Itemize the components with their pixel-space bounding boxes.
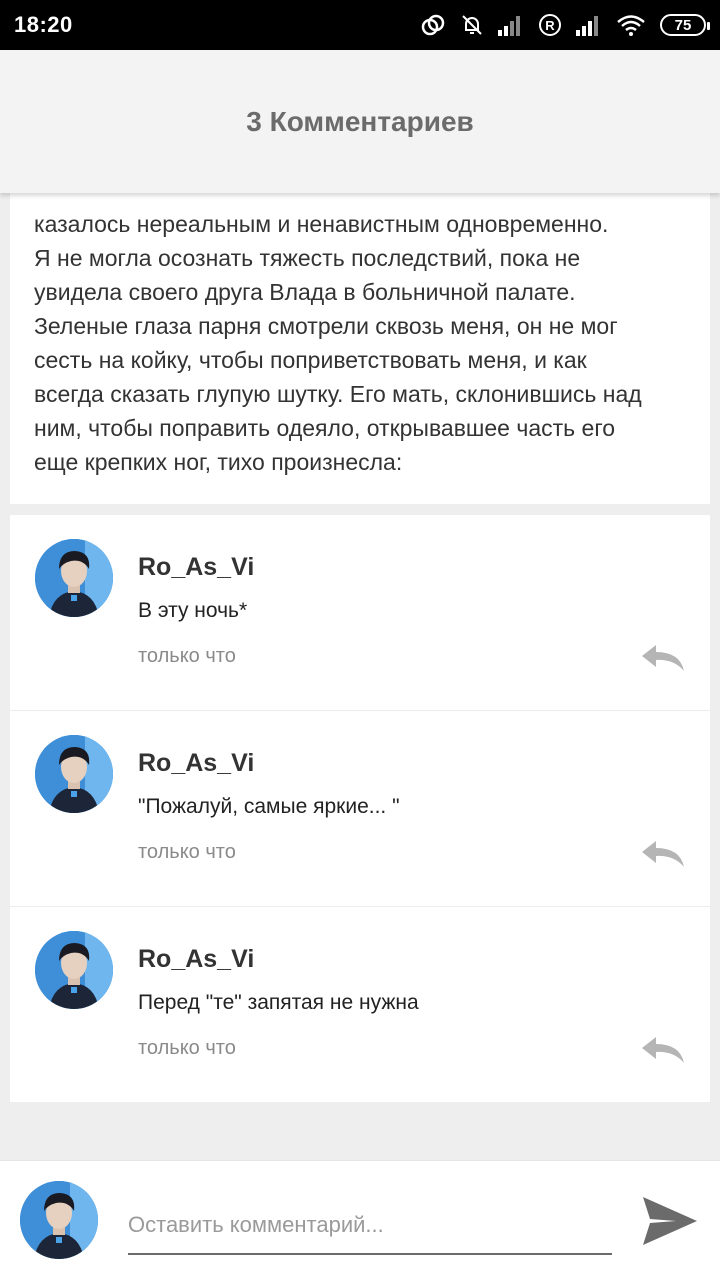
page-title: 3 Комментариев [246, 105, 474, 137]
signal-icon [576, 16, 598, 36]
quote-line [34, 193, 694, 207]
svg-text:R: R [545, 18, 555, 33]
status-bar: 18:20 R 75 [0, 0, 720, 50]
comment-item: Ro_As_Vi "Пожалуй, самые яркие... " толь… [10, 711, 710, 907]
quote-line: увидела своего друга Влада в больничной … [34, 279, 576, 305]
quote-line: сесть на койку, чтобы поприветствовать м… [34, 347, 587, 373]
wifi-icon [617, 15, 645, 36]
registered-icon: R [539, 14, 561, 36]
quote-line: еще крепких ног, тихо произнесла: [34, 449, 403, 475]
status-icons: R 75 [420, 13, 710, 37]
signal-icon [498, 16, 520, 36]
comment-author[interactable]: Ro_As_Vi [138, 553, 254, 582]
avatar-image [35, 539, 113, 617]
comment-time: только что [138, 841, 236, 863]
comment-text: В эту ночь* [138, 599, 248, 622]
battery-level: 75 [674, 16, 692, 34]
comment-text: Перед "те" запятая не нужна [138, 991, 419, 1014]
battery-icon: 75 [660, 14, 710, 36]
current-user-avatar[interactable] [20, 1181, 98, 1259]
comment-input[interactable] [128, 1203, 612, 1255]
quote-line: ним, чтобы поправить одеяло, открывавшее… [34, 415, 615, 441]
comment-text: "Пожалуй, самые яркие... " [138, 795, 400, 818]
quoted-text: казалось нереальным и ненавистным одновр… [34, 193, 694, 479]
avatar[interactable] [35, 735, 113, 813]
status-time: 18:20 [14, 12, 73, 37]
comment-time: только что [138, 645, 236, 667]
quote-line: Я не могла осознать тяжесть последствий,… [34, 245, 581, 271]
avatar-image [35, 735, 113, 813]
quoted-text-card: казалось нереальным и ненавистным одновр… [10, 193, 710, 504]
avatar[interactable] [35, 931, 113, 1009]
comments-header: 3 Комментариев [0, 50, 720, 193]
comment-time: только что [138, 1037, 236, 1059]
avatar-image [35, 931, 113, 1009]
comments-list: Ro_As_Vi В эту ночь* только что Ro_As_Vi… [10, 515, 710, 1102]
comment-author[interactable]: Ro_As_Vi [138, 749, 254, 778]
comment-item: Ro_As_Vi В эту ночь* только что [10, 515, 710, 711]
reply-icon[interactable] [640, 1035, 686, 1065]
comment-author[interactable]: Ro_As_Vi [138, 945, 254, 974]
quote-line: Зеленые глаза парня смотрели сквозь меня… [34, 313, 618, 339]
comment-input-bar [0, 1160, 720, 1280]
sync-icon [421, 14, 445, 36]
bell-muted-icon [462, 15, 482, 35]
reply-icon[interactable] [640, 643, 686, 673]
avatar-image [20, 1181, 98, 1259]
comment-item: Ro_As_Vi Перед "те" запятая не нужна тол… [10, 907, 710, 1103]
send-icon[interactable] [640, 1191, 700, 1251]
quote-line: всегда сказать глупую шутку. Его мать, с… [34, 381, 642, 407]
quote-line: казалось нереальным и ненавистным одновр… [34, 211, 609, 237]
reply-icon[interactable] [640, 839, 686, 869]
avatar[interactable] [35, 539, 113, 617]
